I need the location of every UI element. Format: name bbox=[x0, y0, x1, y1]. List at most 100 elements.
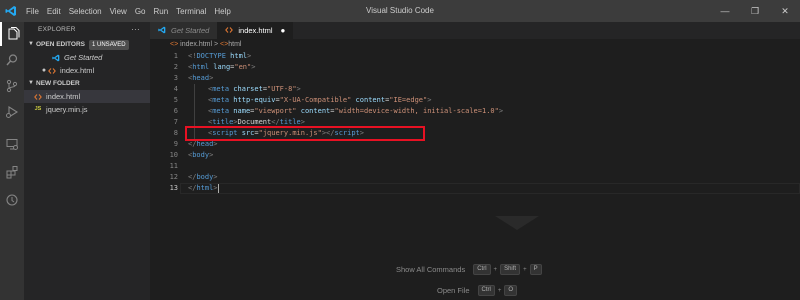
html-icon: <> bbox=[170, 41, 179, 48]
menu-item-selection[interactable]: Selection bbox=[65, 7, 106, 16]
menu-item-run[interactable]: Run bbox=[149, 7, 172, 16]
code-token: body bbox=[196, 173, 214, 181]
open-editor-label: Get Started bbox=[64, 53, 103, 62]
show-all-commands-hint: Show All Commands Ctrl + Shift + P bbox=[396, 264, 544, 275]
run-debug-icon[interactable] bbox=[0, 100, 24, 124]
minimize-button[interactable]: — bbox=[710, 0, 740, 22]
folder-label: NEW FOLDER bbox=[36, 80, 80, 87]
open-editor-index-html[interactable]: ● index.html bbox=[24, 64, 150, 77]
code-line[interactable]: 3 <head> bbox=[150, 73, 800, 84]
line-content: <head> bbox=[188, 73, 213, 84]
line-number: 12 bbox=[169, 173, 178, 181]
tab-index-html[interactable]: index.html ● bbox=[217, 22, 294, 39]
line-content: </body> bbox=[188, 172, 218, 183]
code-token: "X-UA-Compatible" bbox=[279, 96, 352, 104]
code-line[interactable]: 13 </html> bbox=[150, 183, 800, 194]
code-token: > bbox=[427, 96, 432, 104]
kbd-key: P bbox=[529, 264, 542, 275]
line-number: 7 bbox=[173, 118, 178, 126]
menu-item-go[interactable]: Go bbox=[131, 7, 150, 16]
line-content: <meta name="viewport" content="width=dev… bbox=[208, 106, 503, 117]
explorer-header: EXPLORER ··· bbox=[24, 22, 150, 38]
menu-item-view[interactable]: View bbox=[106, 7, 131, 16]
chevron-down-icon: ▼ bbox=[28, 41, 34, 47]
file-jquery-min-js[interactable]: JS jquery.min.js bbox=[24, 103, 150, 116]
menu-item-edit[interactable]: Edit bbox=[43, 7, 65, 16]
code-line[interactable]: 5 <meta http-equiv="X-UA-Compatible" cont… bbox=[150, 95, 800, 106]
code-line[interactable]: 1 <!DOCTYPE html> bbox=[150, 51, 800, 62]
line-number: 2 bbox=[173, 63, 178, 71]
code-token: > bbox=[209, 74, 214, 82]
kbd-key: Ctrl bbox=[477, 285, 495, 296]
menu-item-file[interactable]: File bbox=[22, 7, 43, 16]
html-icon bbox=[225, 26, 234, 36]
js-icon: JS bbox=[34, 106, 42, 112]
title-bar: File Edit Selection View Go Run Terminal Help V… bbox=[0, 0, 800, 22]
search-icon[interactable] bbox=[0, 48, 24, 72]
code-token: "IE=edge" bbox=[389, 96, 428, 104]
new-folder-section[interactable]: ▼ NEW FOLDER bbox=[24, 77, 150, 90]
code-token: meta bbox=[212, 96, 230, 104]
code-token: name bbox=[233, 107, 251, 115]
tab-get-started[interactable]: Get Started bbox=[150, 22, 218, 39]
code-token: Document bbox=[237, 118, 272, 126]
file-index-html[interactable]: index.html bbox=[24, 90, 150, 103]
menu-item-help[interactable]: Help bbox=[210, 7, 234, 16]
code-line[interactable]: 2 <html lang="en"> bbox=[150, 62, 800, 73]
line-content: </html> bbox=[188, 183, 219, 194]
source-control-icon[interactable] bbox=[0, 74, 24, 98]
explorer-icon[interactable] bbox=[0, 22, 24, 46]
code-line[interactable]: 10 <body> bbox=[150, 150, 800, 161]
breadcrumb: <> index.html > <>html bbox=[150, 39, 800, 51]
line-content: <meta http-equiv="X-UA-Compatible" conte… bbox=[208, 95, 431, 106]
code-line[interactable]: 12 </body> bbox=[150, 172, 800, 183]
current-line-indicator bbox=[180, 183, 800, 194]
line-number: 4 bbox=[173, 85, 178, 93]
hint-label: Open File bbox=[437, 286, 470, 295]
line-number: 13 bbox=[169, 184, 178, 192]
line-number: 9 bbox=[173, 140, 178, 148]
code-token: title bbox=[279, 118, 301, 126]
close-button[interactable]: ✕ bbox=[770, 0, 800, 22]
code-token: > bbox=[251, 63, 256, 71]
line-number: 8 bbox=[173, 129, 178, 137]
tab-label: index.html bbox=[238, 26, 273, 35]
maximize-button[interactable]: ❐ bbox=[740, 0, 770, 22]
code-token: > bbox=[300, 118, 305, 126]
remote-explorer-icon[interactable] bbox=[0, 132, 24, 156]
code-token: "viewport" bbox=[254, 107, 297, 115]
code-token: > bbox=[213, 173, 218, 181]
code-line[interactable]: 6 <meta name="viewport" content="width=de… bbox=[150, 106, 800, 117]
code-token: </ bbox=[271, 118, 280, 126]
code-token: content bbox=[300, 107, 331, 115]
code-token: > bbox=[296, 85, 301, 93]
code-token: "en" bbox=[234, 63, 252, 71]
html-icon bbox=[33, 93, 43, 101]
breadcrumb-file[interactable]: index.html bbox=[180, 41, 212, 48]
kbd-key: Ctrl bbox=[473, 264, 491, 275]
open-editor-label: index.html bbox=[60, 66, 95, 75]
more-actions-icon[interactable]: ··· bbox=[131, 22, 140, 38]
line-content: <!DOCTYPE html> bbox=[188, 51, 251, 62]
vscode-icon bbox=[51, 54, 61, 62]
code-token: DOCTYPE bbox=[196, 52, 226, 60]
code-editor[interactable]: 1 <!DOCTYPE html> 2 <html lang="en"> 3 <head>… bbox=[150, 51, 800, 251]
kbd-key: O bbox=[504, 285, 518, 296]
menu-item-terminal[interactable]: Terminal bbox=[172, 7, 210, 16]
breadcrumb-node[interactable]: html bbox=[228, 41, 241, 48]
extensions-icon[interactable] bbox=[0, 160, 24, 184]
html-icon bbox=[47, 67, 57, 75]
code-token: head bbox=[192, 74, 210, 82]
explorer-title: EXPLORER bbox=[38, 26, 76, 33]
text-cursor bbox=[217, 183, 219, 193]
code-line[interactable]: 11 bbox=[150, 161, 800, 172]
open-editor-get-started[interactable]: Get Started bbox=[24, 51, 150, 64]
line-content: <html lang="en"> bbox=[188, 62, 255, 73]
unsaved-dot-icon[interactable]: ● bbox=[281, 26, 286, 35]
window-controls: — ❐ ✕ bbox=[710, 0, 800, 22]
code-line[interactable]: 4 <meta charset="UTF-8"> bbox=[150, 84, 800, 95]
open-editors-section[interactable]: ▼ OPEN EDITORS 1 UNSAVED bbox=[24, 38, 150, 51]
timeline-icon[interactable] bbox=[0, 188, 24, 212]
open-file-hint: Open File Ctrl + O bbox=[437, 285, 519, 296]
unsaved-badge: 1 UNSAVED bbox=[89, 39, 129, 50]
